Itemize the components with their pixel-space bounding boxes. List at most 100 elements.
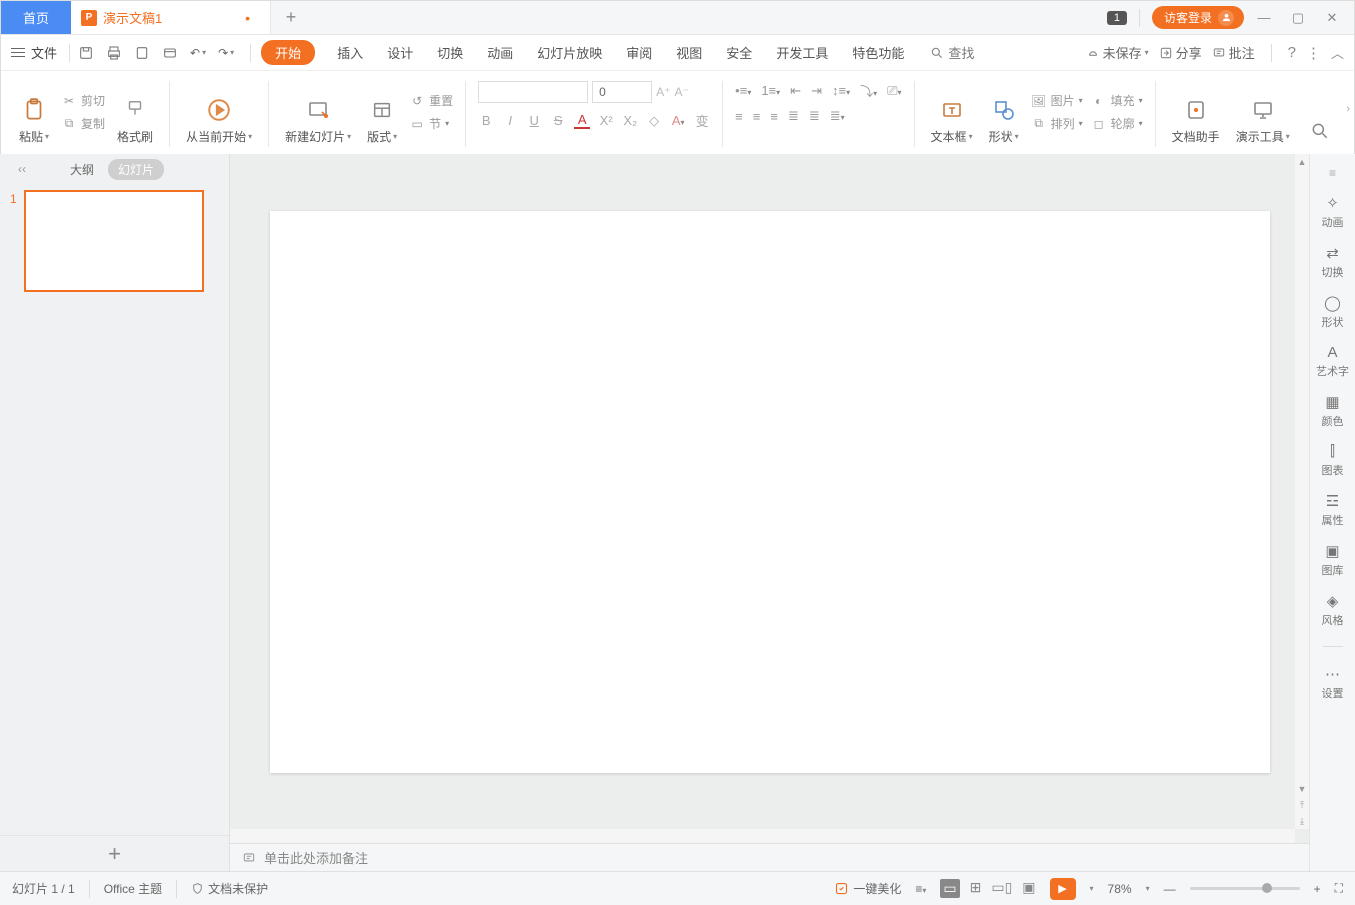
copy-button[interactable]: ⧉复制 (61, 115, 105, 132)
align-center-button[interactable]: ≡ (753, 109, 761, 124)
arrange-button[interactable]: ⧉排列▾ (1031, 115, 1083, 132)
numbering-button[interactable]: 1≡▾ (761, 83, 780, 98)
vertical-scrollbar[interactable]: ▲ ▼ ⤒ ⤓ (1295, 154, 1309, 829)
text-direction-button[interactable]: ⤵▾ (860, 81, 877, 100)
close-button[interactable]: ✕ (1318, 10, 1346, 26)
shape-button[interactable]: 形状▾ (985, 77, 1023, 147)
undo-button[interactable]: ↶▾ (190, 46, 206, 60)
annotate-button[interactable]: 批注 (1212, 43, 1255, 62)
fit-button[interactable]: ⛶ (1335, 881, 1343, 896)
align-justify-button[interactable]: ≣ (788, 108, 799, 124)
scroll-up-icon[interactable]: ▲ (1295, 154, 1309, 170)
right-panel-hamburger[interactable]: ≡ (1329, 166, 1336, 180)
tab-document[interactable]: P 演示文稿1 • (71, 1, 271, 34)
maximize-button[interactable]: ▢ (1284, 10, 1312, 26)
open-icon[interactable] (162, 45, 178, 61)
collapse-panel-button[interactable]: ‹‹ (18, 162, 26, 176)
slide-canvas[interactable] (270, 211, 1270, 773)
align-left-button[interactable]: ≡ (735, 109, 743, 124)
zoom-in-button[interactable]: + (1314, 882, 1321, 896)
zoom-dropdown[interactable]: ▾ (1146, 884, 1150, 893)
indent-dec-button[interactable]: ⇤ (790, 83, 801, 99)
zoom-out-button[interactable]: — (1164, 882, 1176, 896)
notification-badge[interactable]: 1 (1107, 11, 1127, 25)
rp-transition[interactable]: ⇄切换 (1322, 244, 1344, 280)
tab-features[interactable]: 特色功能 (850, 39, 906, 66)
outline-tab[interactable]: 大纲 (70, 161, 94, 178)
strike-button[interactable]: S (550, 113, 566, 128)
tab-design[interactable]: 设计 (385, 39, 415, 66)
italic-button[interactable]: I (502, 113, 518, 128)
fill-button[interactable]: ◐填充▾ (1091, 92, 1143, 109)
login-button[interactable]: 访客登录 (1152, 6, 1244, 29)
reading-view-button[interactable]: ▭▯ (991, 879, 1012, 898)
sorter-view-button[interactable]: ⊞ (970, 879, 982, 898)
notes-bar[interactable]: 单击此处添加备注 (230, 843, 1309, 871)
indent-inc-button[interactable]: ⇥ (811, 83, 822, 99)
redo-button[interactable]: ↷▾ (218, 46, 234, 60)
layout-button[interactable]: 版式▾ (363, 77, 401, 147)
rp-chart[interactable]: ⫿图表 (1322, 443, 1344, 478)
new-slide-button[interactable]: 新建幻灯片▾ (281, 77, 355, 147)
file-menu[interactable]: 文件 (31, 43, 57, 62)
tab-insert[interactable]: 插入 (335, 39, 365, 66)
rp-settings[interactable]: ⋯设置 (1322, 665, 1344, 701)
increase-font-button[interactable]: A⁺ (656, 85, 670, 99)
slide-thumb-1[interactable]: 1 (10, 190, 219, 292)
format-painter-button[interactable]: 格式刷 (113, 77, 157, 147)
minimize-button[interactable]: — (1250, 10, 1278, 25)
help-button[interactable]: ? (1288, 44, 1296, 61)
rp-color[interactable]: ▦颜色 (1322, 393, 1344, 429)
font-color-button[interactable]: A (574, 112, 590, 129)
tab-slideshow[interactable]: 幻灯片放映 (535, 39, 604, 66)
zoom-slider[interactable] (1190, 887, 1300, 890)
zoom-handle[interactable] (1262, 883, 1272, 893)
doc-helper-button[interactable]: 文档助手 (1168, 77, 1224, 147)
underline-button[interactable]: U (526, 113, 542, 128)
normal-view-button[interactable]: ▭ (940, 879, 959, 898)
play-dropdown[interactable]: ▾ (1090, 884, 1094, 893)
rp-animation[interactable]: ✧动画 (1322, 194, 1344, 230)
paste-button[interactable]: 粘贴▾ (15, 77, 53, 147)
font-size-input[interactable] (592, 81, 652, 103)
columns-button[interactable]: ≣▾ (830, 108, 845, 124)
slides-tab[interactable]: 幻灯片 (108, 159, 164, 180)
line-spacing-button[interactable]: ↕≡▾ (832, 83, 850, 98)
print-preview-icon[interactable] (134, 45, 150, 61)
unsaved-button[interactable]: 未保存 ▾ (1086, 43, 1149, 62)
tab-review[interactable]: 审阅 (624, 39, 654, 66)
rp-style[interactable]: ◈风格 (1322, 592, 1344, 628)
reset-button[interactable]: ↺重置 (409, 92, 453, 109)
align-right-button[interactable]: ≡ (770, 109, 778, 124)
distribute-button[interactable]: ≣ (809, 108, 820, 124)
tab-devtools[interactable]: 开发工具 (774, 39, 830, 66)
tab-security[interactable]: 安全 (724, 39, 754, 66)
rp-shape[interactable]: ◯形状 (1322, 294, 1344, 330)
bold-button[interactable]: B (478, 113, 494, 128)
present-tools-button[interactable]: 演示工具▾ (1232, 77, 1294, 147)
align-text-button[interactable]: ⎚▾ (887, 83, 901, 99)
zoom-percent[interactable]: 78% (1108, 882, 1132, 896)
new-tab-button[interactable]: + (271, 1, 311, 34)
horizontal-scrollbar[interactable] (230, 829, 1295, 843)
highlight-button[interactable]: A▾ (670, 113, 686, 128)
rp-wordart[interactable]: A艺术字 (1316, 344, 1349, 379)
next-slide-icon[interactable]: ⤓ (1295, 813, 1309, 829)
change-case-button[interactable]: 变 (694, 111, 710, 130)
scroll-down-icon[interactable]: ▼ (1295, 781, 1309, 797)
outline-view-icon[interactable]: ≡▾ (915, 882, 926, 896)
hamburger-icon[interactable] (11, 48, 25, 57)
superscript-button[interactable]: X² (598, 113, 614, 128)
tab-view[interactable]: 视图 (674, 39, 704, 66)
outline-button[interactable]: ◻轮廓▾ (1091, 115, 1143, 132)
save-icon[interactable] (78, 45, 94, 61)
tab-transition[interactable]: 切换 (435, 39, 465, 66)
print-icon[interactable] (106, 45, 122, 61)
from-current-button[interactable]: 从当前开始▾ (182, 77, 256, 147)
subscript-button[interactable]: X₂ (622, 113, 638, 128)
slideshow-view-button[interactable]: ▣ (1022, 879, 1035, 898)
rp-property[interactable]: ☲属性 (1322, 492, 1344, 528)
font-family-input[interactable] (478, 81, 588, 103)
picture-button[interactable]: 🖼图片▾ (1031, 92, 1083, 109)
add-slide-button[interactable]: + (0, 835, 229, 871)
